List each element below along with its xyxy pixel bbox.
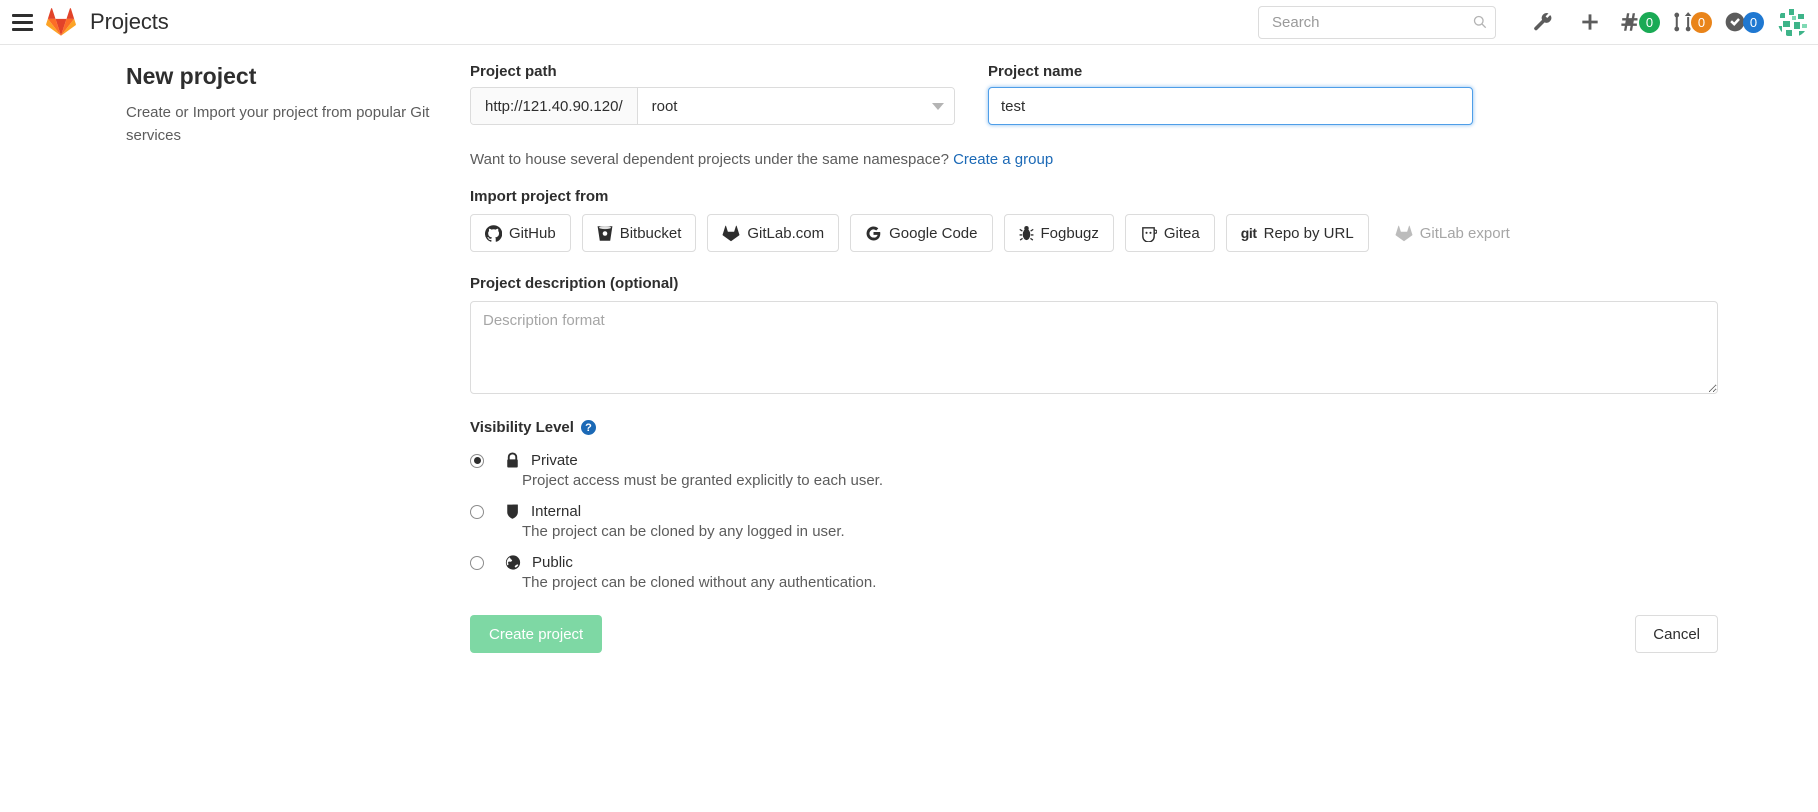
import-gitlabcom-button[interactable]: GitLab.com xyxy=(707,214,839,252)
search-box[interactable] xyxy=(1258,6,1496,39)
page-title: New project xyxy=(126,63,440,90)
merge-requests-counter[interactable]: 0 xyxy=(1666,0,1718,45)
import-button-label: Google Code xyxy=(889,225,977,242)
project-name-input[interactable] xyxy=(988,87,1473,125)
bug-icon xyxy=(1019,225,1034,242)
import-button-label: GitHub xyxy=(509,225,556,242)
visibility-option-description: Project access must be granted explicitl… xyxy=(522,472,1718,489)
import-github-button[interactable]: GitHub xyxy=(470,214,571,252)
import-gitlab-export-button[interactable]: GitLab export xyxy=(1380,214,1525,252)
project-path-group: Project path http://121.40.90.120/ root xyxy=(470,63,955,125)
merge-requests-count-badge: 0 xyxy=(1691,12,1712,33)
hamburger-menu-icon[interactable] xyxy=(0,0,44,44)
import-repo-by-url-button[interactable]: git Repo by URL xyxy=(1226,214,1369,252)
visibility-option-row: Public xyxy=(470,554,1718,571)
create-project-button[interactable]: Create project xyxy=(470,615,602,653)
chevron-down-icon xyxy=(932,103,944,110)
git-icon: git xyxy=(1241,225,1257,241)
admin-wrench-button[interactable] xyxy=(1518,0,1566,45)
new-plus-button[interactable] xyxy=(1566,0,1614,45)
project-path-input-group: http://121.40.90.120/ root xyxy=(470,87,955,125)
import-buttons-row: GitHub Bitbucket GitLab.com Google Code xyxy=(470,214,1718,252)
page-subtitle: Create or Import your project from popul… xyxy=(126,102,440,147)
help-icon[interactable]: ? xyxy=(581,420,596,435)
search-input[interactable] xyxy=(1270,13,1473,32)
google-icon xyxy=(865,225,882,242)
visibility-option-public[interactable]: Public The project can be cloned without… xyxy=(470,554,1718,591)
namespace-select-value: root xyxy=(652,98,678,115)
import-button-label: GitLab export xyxy=(1420,225,1510,242)
cancel-button[interactable]: Cancel xyxy=(1635,615,1718,653)
todos-counter[interactable]: 0 xyxy=(1718,0,1770,45)
namespace-hint-text: Want to house several dependent projects… xyxy=(470,151,949,168)
import-google-code-button[interactable]: Google Code xyxy=(850,214,992,252)
gitea-icon xyxy=(1140,225,1157,242)
import-fogbugz-button[interactable]: Fogbugz xyxy=(1004,214,1114,252)
visibility-option-name: Internal xyxy=(531,503,581,520)
avatar-identicon-icon xyxy=(1778,7,1808,37)
github-icon xyxy=(485,225,502,242)
issues-count-badge: 0 xyxy=(1639,12,1660,33)
gitlab-icon xyxy=(722,225,740,242)
namespace-select[interactable]: root xyxy=(638,88,954,124)
search-icon[interactable] xyxy=(1473,14,1487,30)
import-button-label: Gitea xyxy=(1164,225,1200,242)
new-project-page: New project Create or Import your projec… xyxy=(0,45,1818,653)
import-button-label: GitLab.com xyxy=(747,225,824,242)
visibility-option-name: Public xyxy=(532,554,573,571)
new-project-form: Project path http://121.40.90.120/ root … xyxy=(470,63,1818,653)
hamburger-line xyxy=(12,21,33,24)
visibility-level-label: Visibility Level xyxy=(470,419,574,436)
globe-icon xyxy=(505,554,521,571)
hamburger-line xyxy=(12,14,33,17)
project-description-textarea[interactable] xyxy=(470,301,1718,394)
import-gitea-button[interactable]: Gitea xyxy=(1125,214,1215,252)
hamburger-line xyxy=(12,28,33,31)
import-section-label: Import project from xyxy=(470,188,1718,205)
form-actions: Create project Cancel xyxy=(470,615,1718,653)
wrench-icon xyxy=(1532,12,1553,33)
lock-icon xyxy=(505,452,520,469)
import-button-label: Fogbugz xyxy=(1041,225,1099,242)
visibility-option-row: Internal xyxy=(470,503,1718,520)
visibility-option-description: The project can be cloned without any au… xyxy=(522,574,1718,591)
radio-public[interactable] xyxy=(470,556,484,570)
namespace-hint: Want to house several dependent projects… xyxy=(470,151,1718,168)
page-info-column: New project Create or Import your projec… xyxy=(0,63,470,653)
import-button-label: Repo by URL xyxy=(1264,225,1354,242)
user-avatar[interactable] xyxy=(1778,7,1808,37)
visibility-option-internal[interactable]: Internal The project can be cloned by an… xyxy=(470,503,1718,540)
project-path-prefix: http://121.40.90.120/ xyxy=(471,88,638,124)
top-navbar: Projects 0 xyxy=(0,0,1818,45)
page-breadcrumb-title[interactable]: Projects xyxy=(90,9,169,35)
gitlab-logo-icon[interactable] xyxy=(46,7,76,37)
plus-icon xyxy=(1580,12,1600,32)
todos-count-badge: 0 xyxy=(1743,12,1764,33)
project-name-group: Project name xyxy=(988,63,1473,125)
import-bitbucket-button[interactable]: Bitbucket xyxy=(582,214,697,252)
project-path-label: Project path xyxy=(470,63,955,80)
radio-private[interactable] xyxy=(470,454,484,468)
gitlab-icon xyxy=(1395,225,1413,242)
path-name-row: Project path http://121.40.90.120/ root … xyxy=(470,63,1718,125)
navbar-right-group: 0 0 0 xyxy=(1258,0,1808,44)
create-a-group-link[interactable]: Create a group xyxy=(953,151,1053,168)
visibility-option-private[interactable]: Private Project access must be granted e… xyxy=(470,452,1718,489)
project-name-label: Project name xyxy=(988,63,1473,80)
visibility-option-name: Private xyxy=(531,452,578,469)
visibility-option-description: The project can be cloned by any logged … xyxy=(522,523,1718,540)
visibility-option-row: Private xyxy=(470,452,1718,469)
import-button-label: Bitbucket xyxy=(620,225,682,242)
issues-counter[interactable]: 0 xyxy=(1614,0,1666,45)
radio-internal[interactable] xyxy=(470,505,484,519)
bitbucket-icon xyxy=(597,225,613,242)
project-description-label: Project description (optional) xyxy=(470,275,1718,292)
visibility-level-header: Visibility Level ? xyxy=(470,419,1718,436)
shield-icon xyxy=(505,503,520,520)
